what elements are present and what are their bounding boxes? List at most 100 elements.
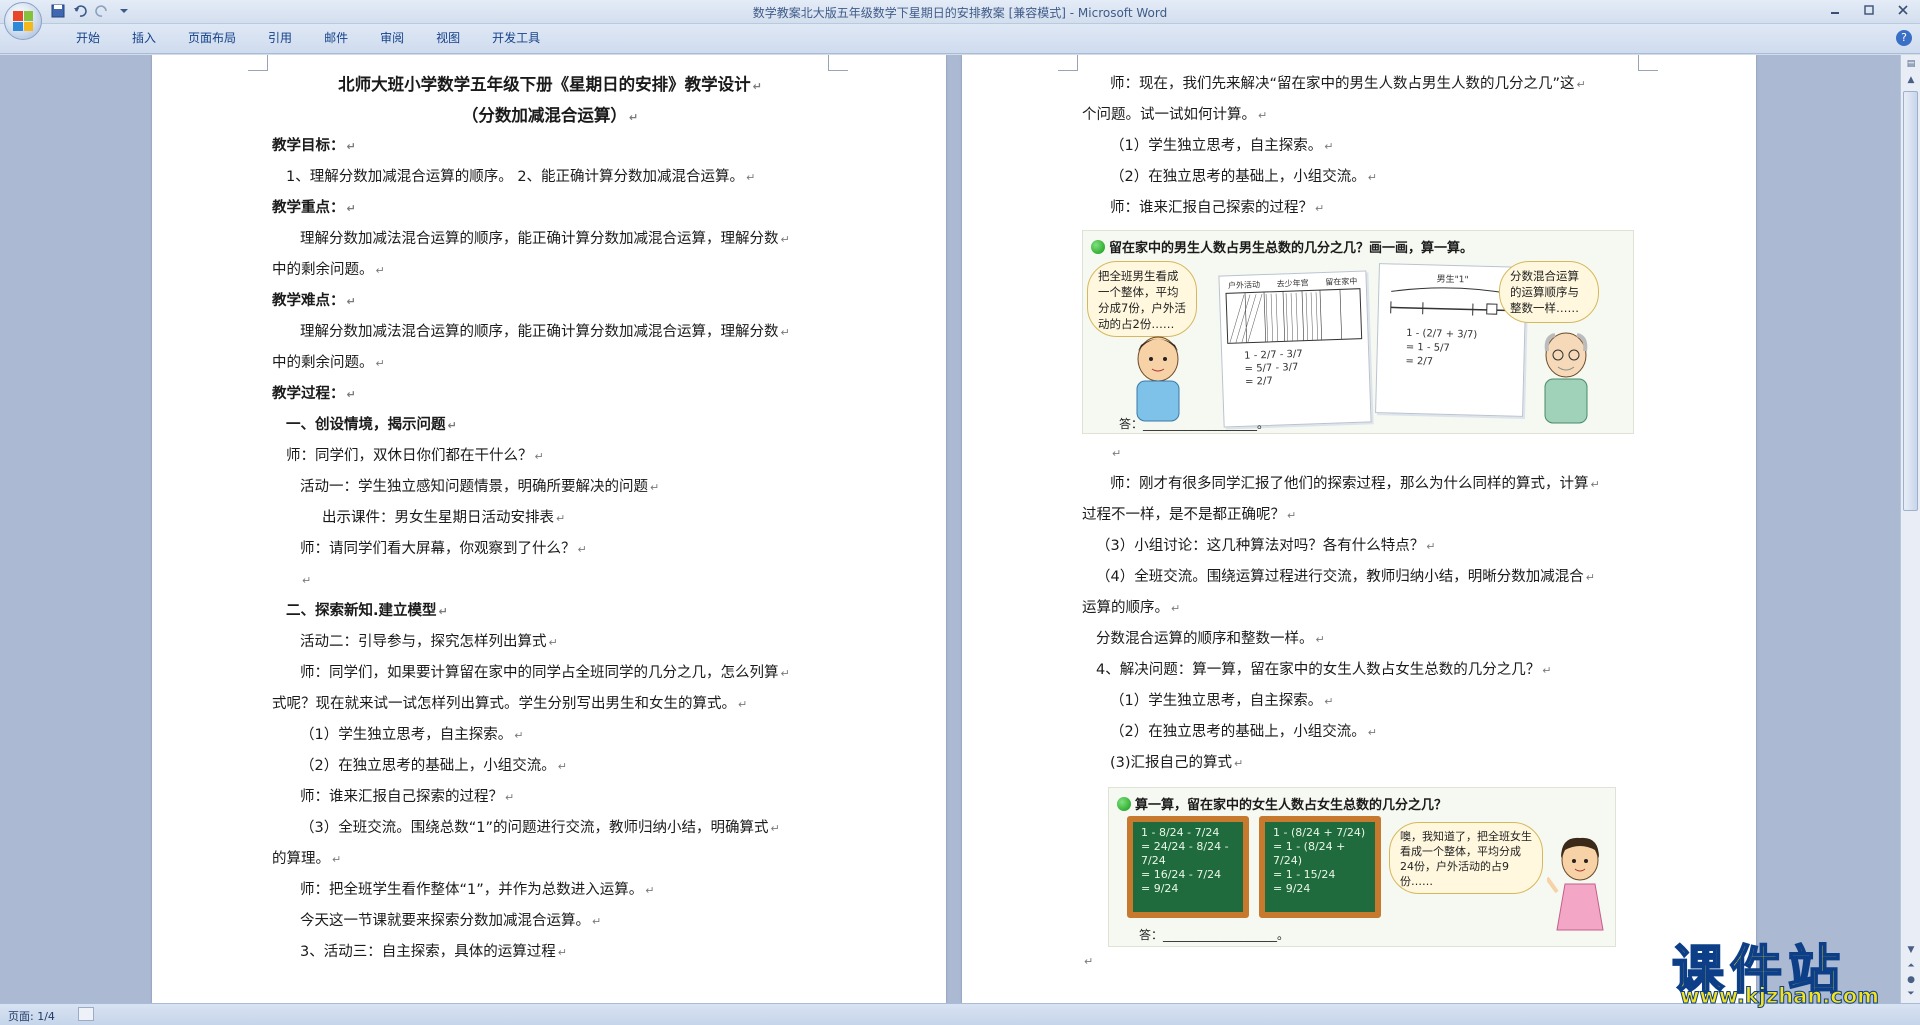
paragraph-line: 活动二：引导参与，探究怎样列出算式 ↵ [272, 627, 828, 658]
paragraph-text: 教学目标： [272, 138, 345, 154]
paragraph-mark-icon: ↵ [346, 202, 356, 215]
document-page-2[interactable]: 师：现在，我们先来解决“留在家中的男生人数占男生人数的几分之几”这 ↵ 个问题。试一… [962, 55, 1756, 1003]
paragraph-text: 中的剩余问题。 [272, 262, 374, 278]
proofing-icon[interactable] [78, 1007, 94, 1021]
paragraph-line: （3）全班交流。围绕总数“1”的问题进行交流，教师归纳小结，明确算式 ↵ [272, 813, 828, 844]
chalkboard-1: 1 - 8/24 - 7/24 = 24/24 - 8/24 - 7/24 = … [1127, 816, 1249, 918]
paragraph-line: （4）全班交流。围绕运算过程进行交流，教师归纳小结，明晰分数加减混合 ↵ [1082, 562, 1638, 593]
paragraph-text: (3)汇报自己的算式 [1110, 755, 1233, 771]
paragraph-line: （1）学生独立思考，自主探索。 ↵ [1082, 131, 1638, 162]
previous-page-icon[interactable]: ⏶ [1904, 959, 1918, 973]
office-button[interactable] [4, 2, 42, 40]
board-line: 1 - (8/24 + 7/24) [1273, 826, 1366, 839]
paragraph-text: （2）在独立思考的基础上，小组交流。 [1110, 724, 1366, 740]
paragraph-text: 3、活动三：自主探索，具体的运算过程 [300, 944, 556, 960]
paragraph-mark-icon: ↵ [1112, 447, 1122, 460]
paragraph-mark-icon: ↵ [1426, 540, 1436, 553]
tab-home[interactable]: 开始 [60, 30, 116, 46]
paragraph-line: 理解分数加减法混合运算的顺序，能正确计算分数加减混合运算，理解分数 ↵ [272, 224, 828, 255]
grandpa-figure-icon [1544, 332, 1588, 424]
crop-mark [1058, 55, 1078, 71]
paragraph-line: 出示课件：男女生星期日活动安排表 ↵ [272, 503, 828, 534]
paragraph-mark-icon: ↵ [505, 791, 515, 804]
vertical-scrollbar[interactable]: ▤ ▲ ▼ ⏶ ● ⏷ [1900, 55, 1920, 1003]
paragraph-mark-icon: ↵ [1324, 695, 1334, 708]
document-workspace[interactable]: 北师大班小学数学五年级下册《星期日的安排》教学设计 ↵ （分数加减混合运算） ↵ 教… [0, 55, 1900, 1003]
paragraph-mark-icon: ↵ [514, 729, 524, 742]
tab-developer[interactable]: 开发工具 [476, 30, 556, 46]
scrollbar-thumb[interactable] [1903, 91, 1918, 511]
ruler-toggle-icon[interactable]: ▤ [1904, 57, 1918, 71]
formula-line: = 2/7 [1405, 355, 1434, 368]
paragraph-text: 个问题。试一试如何计算。 [1082, 107, 1256, 123]
paragraph-text: 出示课件：男女生星期日活动安排表 [322, 510, 554, 526]
paragraph-line: 二、探索新知.建立模型 ↵ [272, 596, 828, 627]
board-line: = 1 - 15/24 [1273, 868, 1336, 881]
close-icon[interactable] [1886, 0, 1920, 20]
figure-2-caption: 算一算，留在家中的女生人数占女生总数的几分之几？ [1117, 794, 1447, 813]
help-icon[interactable]: ? [1896, 30, 1912, 46]
paragraph-text: （3）全班交流。围绕总数“1”的问题进行交流，教师归纳小结，明确算式 [300, 820, 769, 836]
paragraph-text: 教学重点： [272, 200, 345, 216]
paragraph-line: 教学目标： ↵ [272, 131, 828, 162]
paragraph-line: 中的剩余问题。 ↵ [272, 348, 828, 379]
paragraph-mark-icon: ↵ [645, 884, 655, 897]
paragraph-text: 师：同学们，如果要计算留在家中的同学占全班同学的几分之几，怎么列算 [300, 665, 779, 681]
paragraph-mark-icon: ↵ [650, 481, 660, 494]
paragraph-text: 一、创设情境，揭示问题 [286, 417, 446, 433]
tab-mailings[interactable]: 邮件 [308, 30, 364, 46]
paragraph-mark-icon: ↵ [1171, 602, 1181, 615]
paragraph-mark-icon: ↵ [1367, 171, 1377, 184]
paragraph-mark-icon: ↵ [592, 915, 602, 928]
paragraph-line: （1）学生独立思考，自主探索。 ↵ [272, 720, 828, 751]
document-page-1[interactable]: 北师大班小学数学五年级下册《星期日的安排》教学设计 ↵ （分数加减混合运算） ↵ 教… [152, 55, 946, 1003]
paragraph-mark-icon: ↵ [302, 574, 312, 587]
paragraph-text: 师：把全班学生看作整体“1”，并作为总数进入运算。 [300, 882, 644, 898]
tab-view[interactable]: 视图 [420, 30, 476, 46]
paragraph-mark-icon: ↵ [375, 357, 385, 370]
scroll-up-icon[interactable]: ▲ [1904, 73, 1918, 87]
paragraph-mark-icon: ↵ [1542, 664, 1552, 677]
paragraph-mark-icon: ↵ [375, 264, 385, 277]
speech-bubble-grandpa: 分数混合运算的运算顺序与整数一样…… [1499, 261, 1599, 323]
board-line: = 9/24 [1273, 882, 1311, 895]
paragraph-text: 今天这一节课就要来探索分数加减混合运算。 [300, 913, 590, 929]
minimize-icon[interactable] [1818, 0, 1852, 20]
tab-references[interactable]: 引用 [252, 30, 308, 46]
paragraph-text: （2）在独立思考的基础上，小组交流。 [300, 758, 556, 774]
tab-page-layout[interactable]: 页面布局 [172, 30, 252, 46]
status-bar: 页面: 1/4 [0, 1003, 1920, 1025]
paragraph-mark-icon: ↵ [1315, 202, 1325, 215]
paragraph-mark-icon: ↵ [346, 388, 356, 401]
paragraph-mark-icon: ↵ [447, 419, 457, 432]
tab-review[interactable]: 审阅 [364, 30, 420, 46]
paragraph-text: 师：谁来汇报自己探索的过程？ [300, 789, 503, 805]
tab-insert[interactable]: 插入 [116, 30, 172, 46]
paragraph-line: （1）学生独立思考，自主探索。 ↵ [1082, 686, 1638, 717]
scroll-down-icon[interactable]: ▼ [1904, 943, 1918, 957]
chalkboard-2: 1 - (8/24 + 7/24) = 1 - (8/24 + 7/24) = … [1259, 816, 1381, 918]
doc-title: 北师大班小学数学五年级下册《星期日的安排》教学设计 ↵ [338, 75, 762, 94]
paragraph-mark-icon: ↵ [1258, 109, 1268, 122]
paragraph-mark-icon: ↵ [556, 512, 566, 525]
figure-boys-fraction: 留在家中的男生人数占男生总数的几分之几？画一画，算一算。 把全班男生看成一个整体… [1082, 230, 1634, 434]
paragraph-line: 理解分数加减法混合运算的顺序，能正确计算分数加减混合运算，理解分数 ↵ [272, 317, 828, 348]
next-page-icon[interactable]: ⏷ [1904, 987, 1918, 1001]
paragraph-text: 教学过程： [272, 386, 345, 402]
answer-line: 答：___________________。 [1119, 417, 1270, 431]
window-controls [1818, 0, 1920, 20]
paragraph-line: （2）在独立思考的基础上，小组交流。 ↵ [1082, 162, 1638, 193]
paragraph-line: 师：谁来汇报自己探索的过程？ ↵ [1082, 193, 1638, 224]
select-browse-object-icon[interactable]: ● [1904, 973, 1918, 987]
page-count[interactable]: 页面: 1/4 [8, 1008, 55, 1024]
paragraph-line: ↵ [1082, 438, 1638, 469]
paragraph-line: （3）小组讨论：这几种算法对吗？各有什么特点？ ↵ [1082, 531, 1638, 562]
paragraph-text: 师：谁来汇报自己探索的过程？ [1110, 200, 1313, 216]
ribbon-tabs: 开始 插入 页面布局 引用 邮件 审阅 视图 开发工具 [60, 30, 556, 46]
paragraph-line: 师：刚才有很多同学汇报了他们的探索过程，那么为什么同样的算式，计算 ↵ [1082, 469, 1638, 500]
paragraph-mark-icon: ↵ [1287, 509, 1297, 522]
paragraph-mark-icon: ↵ [1315, 633, 1325, 646]
maximize-icon[interactable] [1852, 0, 1886, 20]
paragraph-line: 分数混合运算的顺序和整数一样。 ↵ [1082, 624, 1638, 655]
paragraph-mark-icon: ↵ [332, 853, 342, 866]
